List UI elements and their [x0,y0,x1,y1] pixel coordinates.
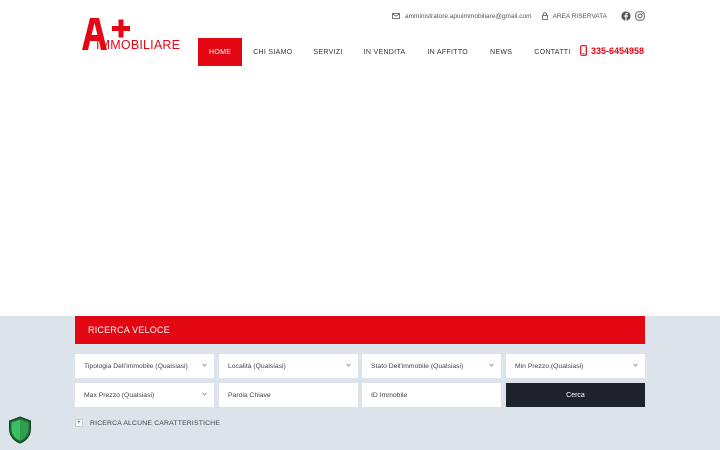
min-prezzo-select[interactable]: Min Prezzo (Qualsiasi) [506,354,645,378]
nav-item-home[interactable]: HOME [198,38,243,66]
nav-item-chi-siamo[interactable]: CHI SIAMO [242,38,303,66]
logo-text[interactable]: IMMOBILIARE [96,38,180,52]
max-prezzo-value: Max Prezzo (Qualsiasi) [84,391,155,399]
main-navigation: HOME CHI SIAMO SERVIZI IN VENDITA IN AFF… [198,38,582,66]
nav-item-in-affitto[interactable]: IN AFFITTO [416,38,479,66]
social-links [617,11,645,21]
max-prezzo-select[interactable]: Max Prezzo (Qualsiasi) [75,383,214,407]
chevron-down-icon [202,392,207,396]
localita-value: Località (Qualsiasi) [228,362,286,370]
chevron-down-icon [202,363,207,367]
stato-value: Stato Dell'immobile (Qualsiasi) [371,362,464,370]
security-badge[interactable] [8,416,32,444]
search-button[interactable]: Cerca [506,383,645,407]
stato-select[interactable]: Stato Dell'immobile (Qualsiasi) [362,354,501,378]
email-link[interactable]: amministratore.apiuimmobiliare@gmail.com [392,13,532,20]
reserved-area-link[interactable]: AREA RISERVATA [541,12,607,20]
nav-item-servizi[interactable]: SERVIZI [303,38,352,66]
facebook-icon[interactable] [621,11,631,21]
search-title: RICERCA VELOCE [75,316,645,344]
chevron-down-icon [633,363,638,367]
features-toggle-label: RICERCA ALCUNE CARATTERISTICHE [90,419,221,427]
instagram-icon[interactable] [635,11,645,21]
tipologia-select[interactable]: Tipologia Dell'immobile (Qualsiasi) [75,354,214,378]
chevron-down-icon [346,363,351,367]
top-bar: amministratore.apiuimmobiliare@gmail.com… [382,10,645,22]
phone-link[interactable]: 335-6454958 [580,45,644,56]
shield-check-icon [9,416,31,444]
mail-icon [392,13,400,19]
tipologia-value: Tipologia Dell'immobile (Qualsiasi) [84,362,188,370]
features-toggle[interactable]: + RICERCA ALCUNE CARATTERISTICHE [75,419,220,427]
phone-number: 335-6454958 [591,45,645,56]
id-immobile-placeholder: ID Immobile [371,391,408,399]
id-immobile-input[interactable]: ID Immobile [362,383,501,407]
nav-item-in-vendita[interactable]: IN VENDITA [353,38,417,66]
mobile-phone-icon [580,45,587,56]
lock-icon [541,12,548,20]
reserved-area-text: AREA RISERVATA [552,12,607,20]
plus-icon: + [75,419,83,427]
parola-chiave-input[interactable]: Parola Chiave [219,383,358,407]
nav-item-contatti[interactable]: CONTATTI [523,38,581,66]
email-text: amministratore.apiuimmobiliare@gmail.com [405,12,532,20]
nav-item-news[interactable]: NEWS [479,38,523,66]
parola-chiave-placeholder: Parola Chiave [228,391,271,399]
localita-select[interactable]: Località (Qualsiasi) [219,354,358,378]
min-prezzo-value: Min Prezzo (Qualsiasi) [515,362,584,370]
chevron-down-icon [489,363,494,367]
